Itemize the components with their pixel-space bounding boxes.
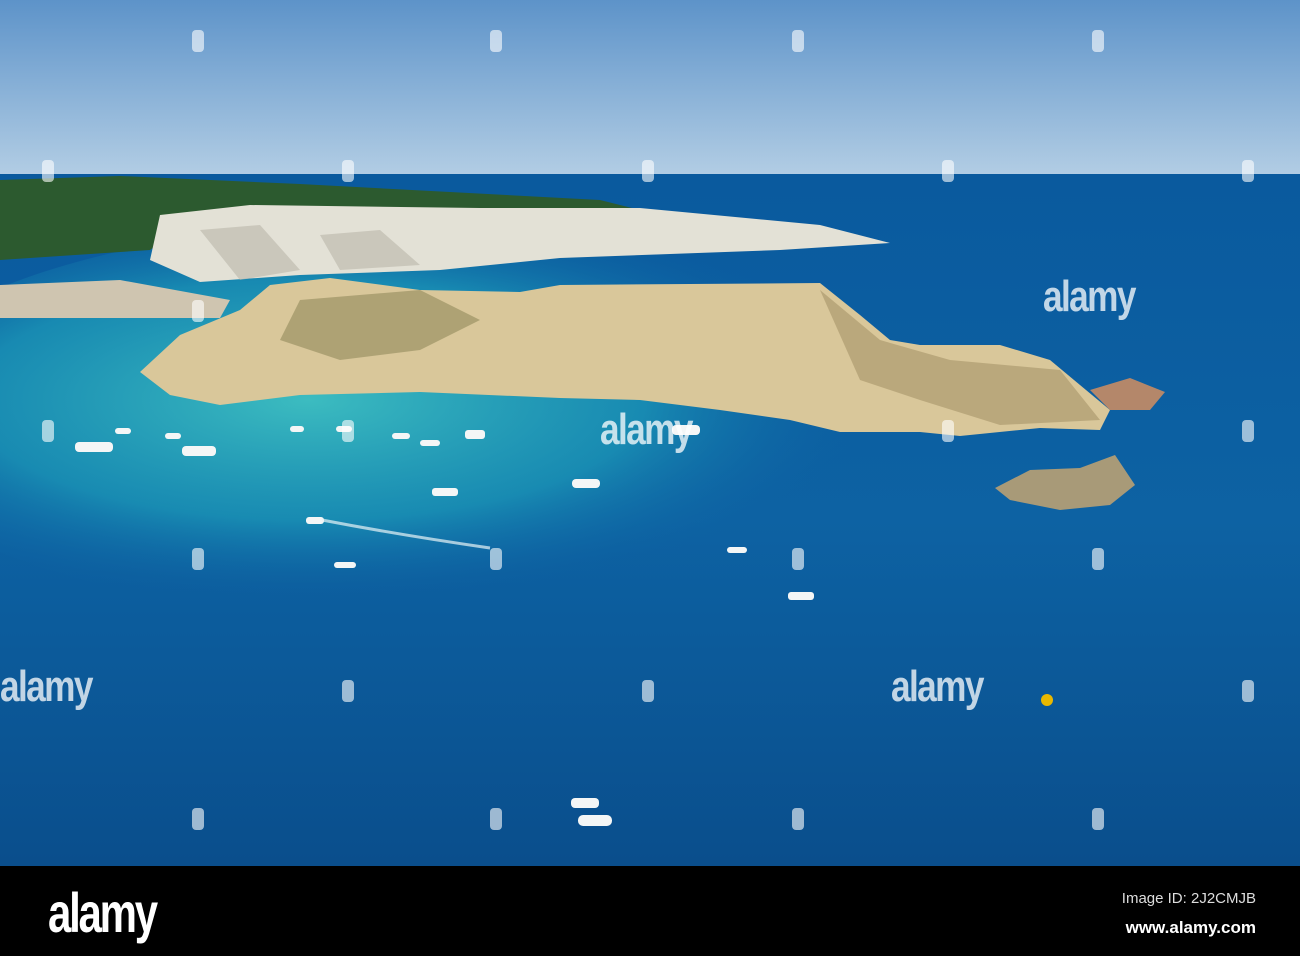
watermark-mark bbox=[490, 30, 502, 52]
watermark-mark bbox=[792, 30, 804, 52]
buoy bbox=[1041, 694, 1053, 706]
alamy-logo: alamy bbox=[48, 881, 158, 944]
watermark: alamy bbox=[600, 405, 693, 454]
watermark-mark bbox=[1242, 160, 1254, 182]
watermark: alamy bbox=[891, 662, 984, 711]
footer-bar: alamy Image ID: 2J2CMJB www.alamy.com bbox=[0, 866, 1300, 956]
watermark-mark bbox=[792, 808, 804, 830]
watermark: alamy bbox=[1043, 272, 1136, 321]
watermark-mark bbox=[942, 420, 954, 442]
watermark-mark bbox=[192, 548, 204, 570]
stock-photo: alamy alamy alamy alamy bbox=[0, 0, 1300, 866]
watermark: alamy bbox=[0, 662, 93, 711]
watermark-mark bbox=[192, 300, 204, 322]
watermark-mark bbox=[342, 420, 354, 442]
image-id: Image ID: 2J2CMJB bbox=[1121, 890, 1256, 907]
watermark-mark bbox=[192, 808, 204, 830]
watermark-mark bbox=[642, 160, 654, 182]
watermark-mark bbox=[792, 548, 804, 570]
watermark-mark bbox=[342, 680, 354, 702]
watermark-mark bbox=[1092, 30, 1104, 52]
site-url: www.alamy.com bbox=[1125, 918, 1256, 937]
watermark-mark bbox=[342, 160, 354, 182]
watermark-mark bbox=[1092, 548, 1104, 570]
watermark-mark bbox=[42, 160, 54, 182]
watermark-mark bbox=[42, 420, 54, 442]
watermark-mark bbox=[642, 680, 654, 702]
watermark-mark bbox=[192, 30, 204, 52]
watermark-mark bbox=[490, 808, 502, 830]
watermark-mark bbox=[490, 548, 502, 570]
watermark-mark bbox=[1242, 680, 1254, 702]
watermark-mark bbox=[1242, 420, 1254, 442]
watermark-mark bbox=[1092, 808, 1104, 830]
sky bbox=[0, 0, 1300, 175]
watermark-mark bbox=[942, 160, 954, 182]
